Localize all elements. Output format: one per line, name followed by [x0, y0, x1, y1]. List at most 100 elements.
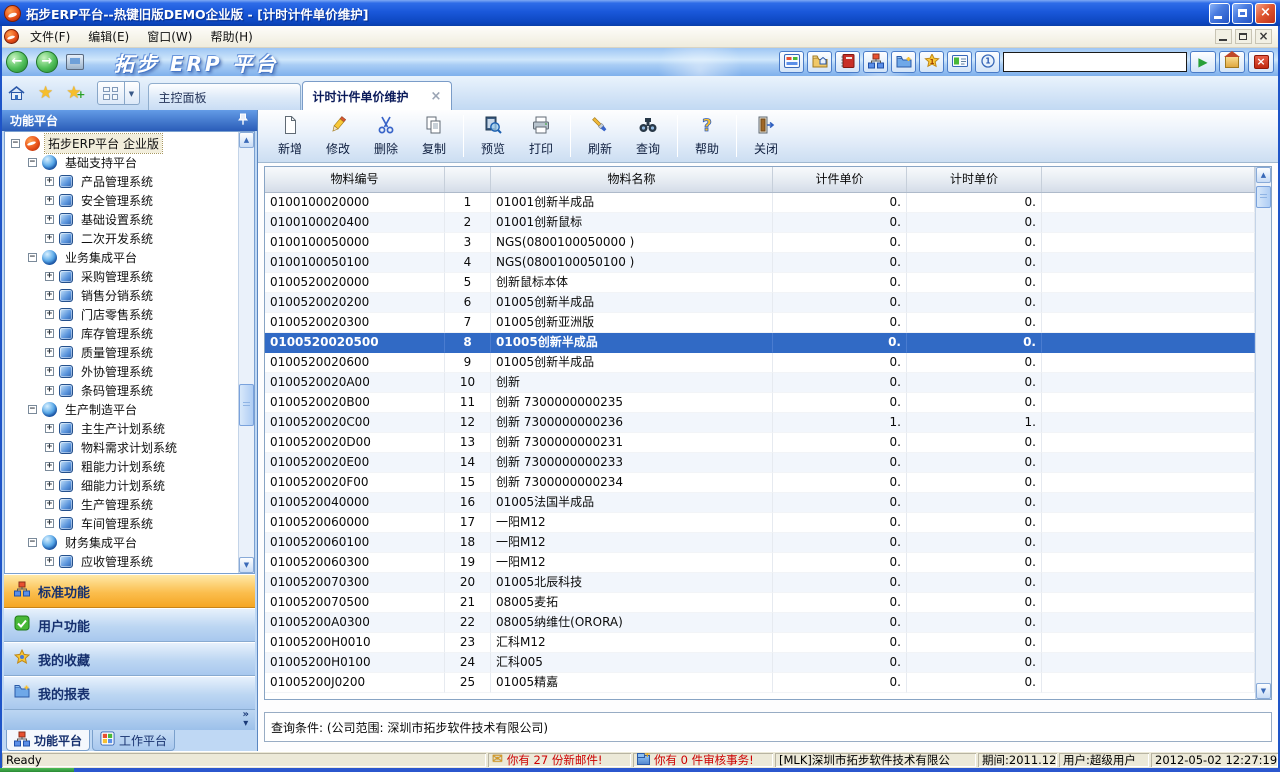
tree-item[interactable]: −财务集成平台: [5, 533, 238, 552]
accordion-item-2[interactable]: 我的收藏: [4, 642, 255, 676]
cell-material-name[interactable]: 01005精嘉: [491, 673, 773, 693]
cell-row-number[interactable]: 19: [445, 553, 491, 573]
cell-row-number[interactable]: 15: [445, 473, 491, 493]
cell-row-number[interactable]: 16: [445, 493, 491, 513]
cell-filler[interactable]: [1042, 253, 1255, 273]
tree-item[interactable]: +生产管理系统: [5, 495, 238, 514]
cell-row-number[interactable]: 21: [445, 593, 491, 613]
cell-material-code[interactable]: 0100520040000: [265, 493, 445, 513]
table-row[interactable]: 0100520020F0015创新 73000000002340.0.: [265, 473, 1255, 493]
cell-filler[interactable]: [1042, 393, 1255, 413]
expander-minus-icon[interactable]: −: [28, 405, 37, 414]
tree-item[interactable]: +应收管理系统: [5, 552, 238, 571]
scroll-up-button[interactable]: ▲: [1256, 167, 1271, 183]
cell-material-name[interactable]: 创新 7300000000233: [491, 453, 773, 473]
tree-item[interactable]: +二次开发系统: [5, 229, 238, 248]
table-row[interactable]: 01005200703002001005北辰科技0.0.: [265, 573, 1255, 593]
cell-material-code[interactable]: 0100520020A00: [265, 373, 445, 393]
cell-hourly-rate[interactable]: 0.: [907, 653, 1042, 673]
close-button[interactable]: 关闭: [742, 112, 790, 160]
cell-row-number[interactable]: 10: [445, 373, 491, 393]
cell-material-code[interactable]: 0100520020500: [265, 333, 445, 353]
cell-material-code[interactable]: 0100520060000: [265, 513, 445, 533]
table-row[interactable]: 0100100020400201001创新鼠标0.0.: [265, 213, 1255, 233]
tree-item[interactable]: +基础设置系统: [5, 210, 238, 229]
cell-piece-rate[interactable]: 0.: [773, 593, 907, 613]
tab-0[interactable]: 主控面板: [148, 83, 301, 110]
add-favorite-button[interactable]: ★+: [66, 85, 81, 101]
cell-material-name[interactable]: 一阳M12: [491, 533, 773, 553]
scroll-up-button[interactable]: ▲: [239, 132, 254, 148]
cell-material-name[interactable]: 汇科M12: [491, 633, 773, 653]
minimize-button[interactable]: [1209, 3, 1230, 24]
expander-minus-icon[interactable]: −: [28, 538, 37, 547]
cell-row-number[interactable]: 8: [445, 333, 491, 353]
tab-1[interactable]: 计时计件单价维护×: [302, 81, 453, 110]
cell-material-name[interactable]: 一阳M12: [491, 513, 773, 533]
cell-material-code[interactable]: 01005200H0100: [265, 653, 445, 673]
org-chart-button[interactable]: [863, 51, 888, 73]
edit-button[interactable]: 修改: [314, 112, 362, 160]
portal-home-button[interactable]: [1219, 51, 1245, 73]
cell-piece-rate[interactable]: 0.: [773, 573, 907, 593]
tree-item[interactable]: +外协管理系统: [5, 362, 238, 381]
cell-row-number[interactable]: 9: [445, 353, 491, 373]
tab-close-icon[interactable]: ×: [409, 89, 442, 104]
cell-row-number[interactable]: 20: [445, 573, 491, 593]
refresh-button[interactable]: 刷新: [576, 112, 624, 160]
cell-material-code[interactable]: 0100520020000: [265, 273, 445, 293]
table-row[interactable]: 0100520020600901005创新半成品0.0.: [265, 353, 1255, 373]
table-row[interactable]: 01005200200005创新鼠标本体0.0.: [265, 273, 1255, 293]
cell-material-name[interactable]: NGS(0800100050100 ): [491, 253, 773, 273]
cell-row-number[interactable]: 17: [445, 513, 491, 533]
expander-plus-icon[interactable]: +: [45, 177, 54, 186]
cell-material-name[interactable]: 创新 7300000000234: [491, 473, 773, 493]
table-row[interactable]: 0100520020B0011创新 73000000002350.0.: [265, 393, 1255, 413]
table-row[interactable]: 010052006010018一阳M120.0.: [265, 533, 1255, 553]
cell-piece-rate[interactable]: 0.: [773, 333, 907, 353]
cell-filler[interactable]: [1042, 413, 1255, 433]
cell-piece-rate[interactable]: 0.: [773, 273, 907, 293]
table-row[interactable]: 0100520020E0014创新 73000000002330.0.: [265, 453, 1255, 473]
status-mail[interactable]: ✉你有 27 份新邮件!: [488, 753, 631, 767]
table-row[interactable]: 010052006000017一阳M120.0.: [265, 513, 1255, 533]
cell-piece-rate[interactable]: 0.: [773, 193, 907, 213]
cell-material-code[interactable]: 0100520070300: [265, 573, 445, 593]
cell-material-code[interactable]: 0100520020B00: [265, 393, 445, 413]
cell-filler[interactable]: [1042, 213, 1255, 233]
cell-material-name[interactable]: 创新 7300000000236: [491, 413, 773, 433]
cell-row-number[interactable]: 11: [445, 393, 491, 413]
cell-piece-rate[interactable]: 0.: [773, 433, 907, 453]
expander-plus-icon[interactable]: +: [45, 196, 54, 205]
tree-item[interactable]: +安全管理系统: [5, 191, 238, 210]
cell-material-code[interactable]: 0100520060100: [265, 533, 445, 553]
cell-material-name[interactable]: 01005法国半成品: [491, 493, 773, 513]
cell-piece-rate[interactable]: 0.: [773, 633, 907, 653]
cell-material-code[interactable]: 0100520020600: [265, 353, 445, 373]
preview-button[interactable]: 预览: [469, 112, 517, 160]
cell-material-code[interactable]: 01005200J0200: [265, 673, 445, 693]
expander-plus-icon[interactable]: +: [45, 291, 54, 300]
go-button[interactable]: ▶: [1190, 51, 1216, 73]
cell-filler[interactable]: [1042, 513, 1255, 533]
column-header-3[interactable]: 计件单价: [773, 167, 907, 192]
cell-piece-rate[interactable]: 0.: [773, 553, 907, 573]
menu-item-0[interactable]: 文件(F): [21, 26, 79, 47]
cell-filler[interactable]: [1042, 373, 1255, 393]
quick-search-input[interactable]: [1003, 52, 1187, 72]
expander-plus-icon[interactable]: +: [45, 443, 54, 452]
tree-item[interactable]: −基础支持平台: [5, 153, 238, 172]
status-audit[interactable]: 你有 0 件审核事务!: [633, 753, 773, 767]
favorite-number-button[interactable]: 1: [919, 51, 944, 73]
expander-plus-icon[interactable]: +: [45, 234, 54, 243]
cell-material-code[interactable]: 0100100050100: [265, 253, 445, 273]
tree-item[interactable]: +销售分销系统: [5, 286, 238, 305]
cell-material-code[interactable]: 0100520020C00: [265, 413, 445, 433]
accordion-item-3[interactable]: 我的报表: [4, 676, 255, 710]
tree-item[interactable]: +细能力计划系统: [5, 476, 238, 495]
cell-filler[interactable]: [1042, 273, 1255, 293]
cell-filler[interactable]: [1042, 493, 1255, 513]
expander-plus-icon[interactable]: +: [45, 310, 54, 319]
expander-plus-icon[interactable]: +: [45, 519, 54, 528]
cell-hourly-rate[interactable]: 0.: [907, 213, 1042, 233]
